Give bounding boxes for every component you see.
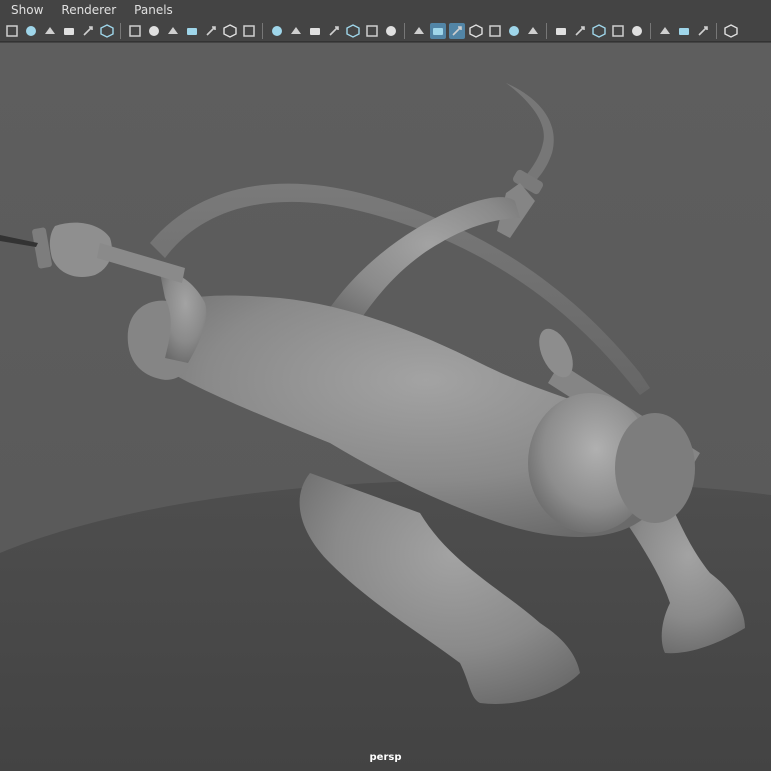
camera-toggle-icon[interactable]: [165, 23, 181, 39]
depth-of-field-icon[interactable]: [591, 23, 607, 39]
toolbar-separator: [262, 22, 263, 39]
camera-name-label: persp: [369, 752, 402, 763]
snapshot-icon[interactable]: [99, 23, 115, 39]
isolate-select-icon[interactable]: [629, 23, 645, 39]
bookmark-icon[interactable]: [61, 23, 77, 39]
stylus-icon[interactable]: [222, 23, 238, 39]
select-camera-icon[interactable]: [4, 23, 20, 39]
menu-renderer[interactable]: Renderer: [50, 0, 123, 20]
brush-icon[interactable]: [241, 23, 257, 39]
display-layers-icon[interactable]: [695, 23, 711, 39]
perspective-viewport[interactable]: persp: [0, 43, 771, 771]
hip-far: [615, 413, 695, 523]
grease-pencil-icon[interactable]: [146, 23, 162, 39]
menu-panels[interactable]: Panels: [123, 0, 180, 20]
toolbar-separator: [650, 22, 651, 39]
lock-camera-icon[interactable]: [23, 23, 39, 39]
toolbar-separator: [404, 22, 405, 39]
xray-icon[interactable]: [610, 23, 626, 39]
resolution-gate-icon[interactable]: [307, 23, 323, 39]
toolbar-separator: [546, 22, 547, 39]
scene-render: [0, 43, 771, 771]
menu-show[interactable]: Show: [0, 0, 50, 20]
toolbar-separator: [716, 22, 717, 39]
pencil-icon[interactable]: [203, 23, 219, 39]
image-plane-icon[interactable]: [80, 23, 96, 39]
panel-toolbar: [0, 20, 771, 42]
smooth-shade-icon[interactable]: [429, 22, 446, 39]
2d-pan-zoom-icon[interactable]: [127, 23, 143, 39]
grid-icon[interactable]: [269, 23, 285, 39]
hud-icon[interactable]: [723, 23, 739, 39]
xray-joints-icon[interactable]: [657, 23, 673, 39]
use-all-lights-icon[interactable]: [487, 23, 503, 39]
field-chart-icon[interactable]: [345, 23, 361, 39]
ambient-occlusion-icon[interactable]: [525, 23, 541, 39]
camera-attributes-icon[interactable]: [42, 23, 58, 39]
motion-blur-icon[interactable]: [553, 23, 569, 39]
wireframe-icon[interactable]: [411, 23, 427, 39]
toolbar-separator: [120, 22, 121, 39]
multisample-aa-icon[interactable]: [572, 23, 588, 39]
shadows-icon[interactable]: [506, 23, 522, 39]
safe-title-icon[interactable]: [383, 23, 399, 39]
film-gate-icon[interactable]: [184, 23, 200, 39]
panel-menu-bar: Show Renderer Panels: [0, 0, 771, 20]
wireframe-on-shaded-icon[interactable]: [448, 22, 465, 39]
safe-action-icon[interactable]: [364, 23, 380, 39]
gate-mask-icon[interactable]: [326, 23, 342, 39]
film-gate-frame-icon[interactable]: [288, 23, 304, 39]
textured-icon[interactable]: [468, 23, 484, 39]
xray-components-icon[interactable]: [676, 23, 692, 39]
